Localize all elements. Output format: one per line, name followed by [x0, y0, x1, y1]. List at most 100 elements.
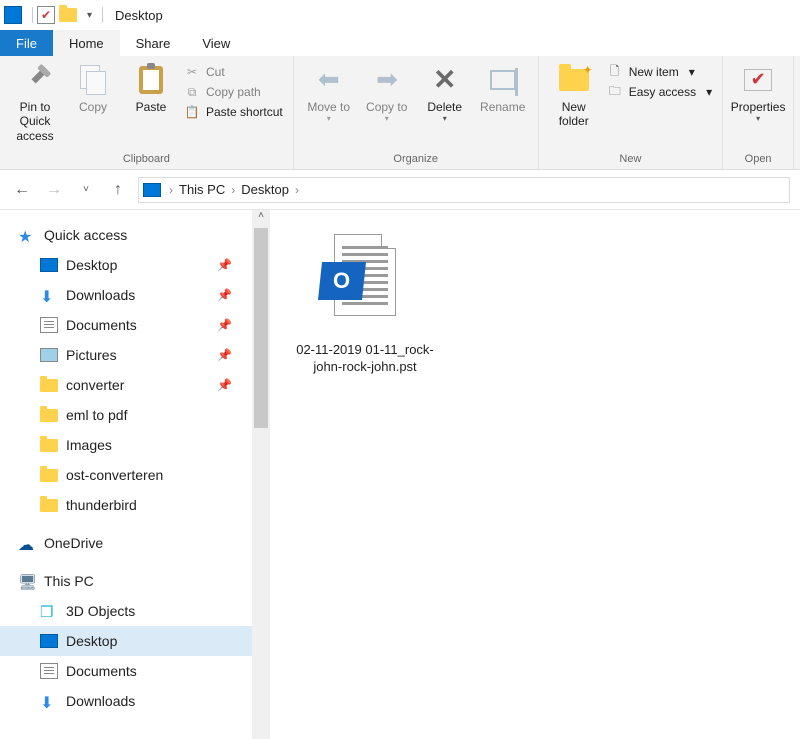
pin-icon: 📌 [217, 318, 232, 332]
group-label: Clipboard [6, 153, 287, 167]
cloud-icon: ☁ [18, 535, 36, 551]
nav-converter[interactable]: converter📌 [0, 370, 252, 400]
nav-documents-thispc[interactable]: Documents [0, 656, 252, 686]
copy-path-icon: ⧉ [184, 84, 200, 100]
new-folder-icon [559, 69, 589, 91]
chevron-right-icon[interactable]: › [293, 183, 301, 197]
download-icon: ⬇ [40, 287, 58, 303]
ribbon: Pin to Quick access Copy Paste ✂Cut ⧉Cop… [0, 56, 800, 170]
star-icon: ★ [18, 227, 36, 243]
scroll-up-icon[interactable]: ˄ [252, 210, 270, 228]
new-item-button[interactable]: 🗋New item▾ [607, 64, 712, 80]
breadcrumb-this-pc[interactable]: This PC [175, 182, 229, 197]
paste-button[interactable]: Paste [122, 60, 180, 118]
window-title: Desktop [115, 8, 163, 23]
pc-icon [143, 183, 161, 197]
nav-desktop-thispc[interactable]: Desktop [0, 626, 252, 656]
breadcrumb[interactable]: › This PC › Desktop › [138, 177, 790, 203]
delete-button[interactable]: ✕ Delete▾ [416, 60, 474, 128]
group-label: Organize [300, 153, 532, 167]
rename-icon [490, 70, 516, 90]
tab-view[interactable]: View [186, 30, 246, 56]
nav-pictures[interactable]: Pictures📌 [0, 340, 252, 370]
recent-locations-button[interactable]: ˅ [74, 178, 98, 202]
desktop-icon [40, 634, 58, 648]
system-icon [4, 6, 22, 24]
pc-icon: 🖥 [18, 573, 36, 589]
pin-icon: 📌 [217, 378, 232, 392]
back-button[interactable]: ← [10, 178, 34, 202]
copy-to-button[interactable]: ⬅ Copy to▾ [358, 60, 416, 128]
delete-icon: ✕ [429, 64, 461, 96]
folder-icon [40, 409, 58, 422]
nav-scrollbar[interactable]: ˄ [252, 210, 270, 739]
tab-file[interactable]: File [0, 30, 53, 56]
pin-icon: 📌 [217, 348, 232, 362]
chevron-right-icon[interactable]: › [229, 183, 237, 197]
file-item-pst[interactable]: O 02-11-2019 01-11_rock-john-rock-john.p… [290, 234, 440, 376]
document-icon [40, 317, 58, 333]
breadcrumb-desktop[interactable]: Desktop [237, 182, 293, 197]
nav-documents[interactable]: Documents📌 [0, 310, 252, 340]
content-pane[interactable]: O 02-11-2019 01-11_rock-john-rock-john.p… [270, 210, 800, 739]
nav-3d-objects[interactable]: ❒3D Objects [0, 596, 252, 626]
title-bar: ✔ ▾ Desktop [0, 0, 800, 30]
pin-to-quick-access-button[interactable]: Pin to Quick access [6, 60, 64, 147]
nav-this-pc[interactable]: 🖥This PC [0, 566, 252, 596]
easy-access-button[interactable]: 🗀Easy access▾ [607, 84, 712, 100]
ribbon-group-clipboard: Pin to Quick access Copy Paste ✂Cut ⧉Cop… [0, 56, 294, 169]
nav-images[interactable]: Images [0, 430, 252, 460]
ribbon-tabs: File Home Share View [0, 30, 800, 56]
folder-icon [40, 439, 58, 452]
pin-icon: 📌 [217, 258, 232, 272]
forward-button[interactable]: → [42, 178, 66, 202]
nav-quick-access[interactable]: ★Quick access [0, 220, 252, 250]
copy-path-button[interactable]: ⧉Copy path [184, 84, 283, 100]
folder-icon [59, 8, 77, 22]
3d-objects-icon: ❒ [40, 603, 58, 619]
cut-icon: ✂ [184, 64, 200, 80]
copy-icon [80, 65, 106, 95]
chevron-right-icon[interactable]: › [167, 183, 175, 197]
nav-downloads[interactable]: ⬇Downloads📌 [0, 280, 252, 310]
nav-ost-converteren[interactable]: ost-converteren [0, 460, 252, 490]
move-to-button[interactable]: ⬅ Move to▾ [300, 60, 358, 128]
pictures-icon [40, 348, 58, 362]
download-icon: ⬇ [40, 693, 58, 709]
quick-access-dropdown-icon[interactable]: ▾ [87, 10, 92, 21]
properties-button[interactable]: ✔ Properties▾ [729, 60, 787, 128]
properties-icon[interactable]: ✔ [37, 6, 55, 24]
copy-button[interactable]: Copy [64, 60, 122, 118]
nav-desktop[interactable]: Desktop📌 [0, 250, 252, 280]
folder-icon [40, 379, 58, 392]
ribbon-group-new: New folder 🗋New item▾ 🗀Easy access▾ New [539, 56, 723, 169]
main-area: ★Quick access Desktop📌 ⬇Downloads📌 Docum… [0, 210, 800, 739]
paste-shortcut-button[interactable]: 📋Paste shortcut [184, 104, 283, 120]
tab-share[interactable]: Share [120, 30, 187, 56]
desktop-icon [40, 258, 58, 272]
properties-icon: ✔ [744, 69, 772, 91]
paste-icon [139, 66, 163, 94]
rename-button[interactable]: Rename [474, 60, 532, 118]
address-bar: ← → ˅ ↑ › This PC › Desktop › [0, 170, 800, 210]
nav-eml-to-pdf[interactable]: eml to pdf [0, 400, 252, 430]
tab-home[interactable]: Home [53, 30, 120, 56]
new-folder-button[interactable]: New folder [545, 60, 603, 133]
nav-thunderbird[interactable]: thunderbird [0, 490, 252, 520]
file-name: 02-11-2019 01-11_rock-john-rock-john.pst [290, 342, 440, 376]
up-button[interactable]: ↑ [106, 178, 130, 202]
nav-onedrive[interactable]: ☁OneDrive [0, 528, 252, 558]
paste-shortcut-icon: 📋 [184, 104, 200, 120]
navigation-pane: ★Quick access Desktop📌 ⬇Downloads📌 Docum… [0, 210, 252, 739]
ribbon-group-organize: ⬅ Move to▾ ⬅ Copy to▾ ✕ Delete▾ Rename O… [294, 56, 539, 169]
pin-icon [18, 63, 52, 97]
ribbon-group-open: ✔ Properties▾ Open [723, 56, 794, 169]
scroll-thumb[interactable] [254, 228, 268, 428]
separator [102, 7, 103, 23]
cut-button[interactable]: ✂Cut [184, 64, 283, 80]
folder-icon [40, 469, 58, 482]
pin-icon: 📌 [217, 288, 232, 302]
nav-downloads-thispc[interactable]: ⬇Downloads [0, 686, 252, 716]
move-to-icon: ⬅ [313, 64, 345, 96]
group-label: Open [729, 153, 787, 167]
